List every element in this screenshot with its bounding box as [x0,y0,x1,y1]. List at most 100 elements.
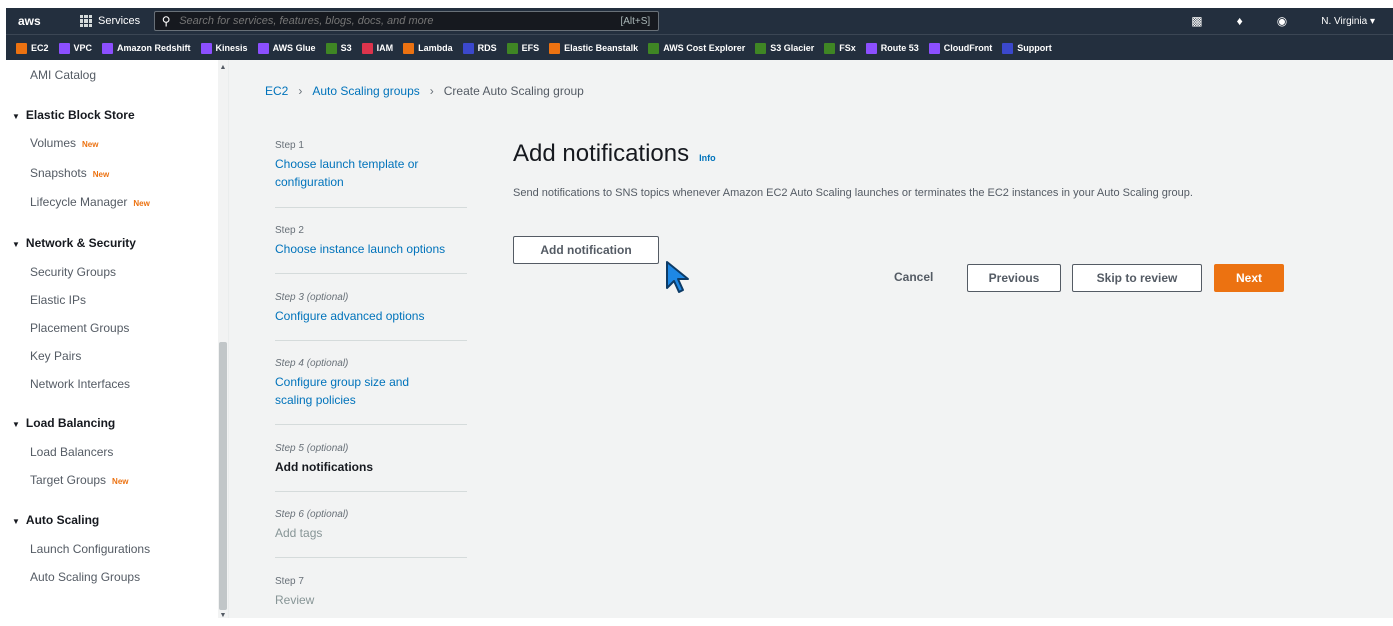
services-menu[interactable]: Services [80,15,140,27]
service-icon [1002,42,1014,54]
service-icon [506,42,518,54]
aws-logo[interactable]: aws [18,14,52,28]
sidebar-item-label: Volumes [30,136,77,150]
step-number: Step 5 (optional) [275,443,349,454]
next-button[interactable]: Next [1214,264,1284,292]
favorite-item[interactable]: Kinesis [200,42,248,54]
step-divider [275,273,467,274]
cloudshell-icon[interactable]: ▩ [1191,14,1202,28]
scrollbar-thumb[interactable] [219,342,227,610]
favorite-label: CloudFront [943,43,993,53]
sidebar-section-load-balancing[interactable]: ▼ Load Balancing [12,416,115,430]
caret-down-icon: ▼ [12,420,20,429]
search-input[interactable] [177,14,621,28]
favorite-item[interactable]: IAM [361,42,393,54]
caret-down-icon: ▼ [12,112,20,121]
service-icon [403,42,415,54]
help-icon[interactable]: ◉ [1277,14,1287,28]
sidebar-item-load-balancers[interactable]: Load Balancers [30,445,113,459]
service-icon [200,42,212,54]
service-icon [325,42,337,54]
step-link[interactable]: Configure group size and scaling policie… [275,373,435,409]
sidebar-item-elastic-ips[interactable]: Elastic IPs [30,293,86,307]
service-icon [648,42,660,54]
sidebar-item-ami-catalog[interactable]: AMI Catalog [30,68,96,82]
favorite-item[interactable]: AWS Cost Explorer [648,42,746,54]
sidebar-item-lifecycle-manager[interactable]: Lifecycle Manager New [30,195,150,209]
global-search[interactable]: ⚲ [Alt+S] [154,11,660,31]
favorite-item[interactable]: VPC [58,42,93,54]
step-number: Step 2 [275,225,304,236]
breadcrumb-ec2[interactable]: EC2 [265,84,288,98]
favorite-item[interactable]: Route 53 [865,42,919,54]
notifications-panel: Add notifications Info Send notification… [513,140,1284,292]
sidebar-item-placement-groups[interactable]: Placement Groups [30,321,129,335]
sidebar-item-auto-scaling-groups[interactable]: Auto Scaling Groups [30,570,140,584]
skip-to-review-button[interactable]: Skip to review [1072,264,1202,292]
step-link[interactable]: Choose instance launch options [275,240,467,258]
sidebar-item-label: Target Groups [30,473,107,487]
step-link[interactable]: Choose launch template or configuration [275,155,445,191]
favorite-label: Route 53 [880,43,919,53]
breadcrumb-auto-scaling-groups[interactable]: Auto Scaling groups [312,84,419,98]
sidebar-scrollbar[interactable]: ▲ ▼ [218,60,228,618]
wizard-step-2: Step 2 Choose instance launch options [275,225,467,258]
cancel-button[interactable]: Cancel [894,270,933,284]
favorite-label: AWS Glue [272,43,316,53]
window-frame-top [0,0,1393,8]
favorite-label: S3 [340,43,352,53]
info-link[interactable]: Info [699,153,716,163]
favorite-item[interactable]: FSx [824,42,856,54]
step-divider [275,340,467,341]
service-icon [58,42,70,54]
favorite-label: EFS [521,43,540,53]
page-title: Add notifications Info [513,140,1273,168]
chevron-right-icon: › [298,84,303,98]
favorite-item[interactable]: Amazon Redshift [102,42,191,54]
favorite-item[interactable]: S3 [325,42,352,54]
sidebar-section-auto-scaling[interactable]: ▼ Auto Scaling [12,513,99,527]
favorite-item[interactable]: AWS Glue [257,42,316,54]
sidebar-item-security-groups[interactable]: Security Groups [30,265,116,279]
favorite-label: Amazon Redshift [117,43,191,53]
step-link[interactable]: Configure advanced options [275,307,467,325]
favorite-item[interactable]: Elastic Beanstalk [549,42,639,54]
favorite-item[interactable]: EC2 [16,42,49,54]
scroll-up-icon[interactable]: ▲ [218,64,228,71]
sidebar-item-target-groups[interactable]: Target Groups New [30,473,129,487]
service-icon [102,42,114,54]
favorite-item[interactable]: S3 Glacier [755,42,814,54]
favorite-label: Elastic Beanstalk [564,43,639,53]
sidebar-item-network-interfaces[interactable]: Network Interfaces [30,377,130,391]
sidebar-item-launch-configurations[interactable]: Launch Configurations [30,542,150,556]
sidebar-item-volumes[interactable]: Volumes New [30,136,98,150]
new-badge: New [92,170,110,179]
wizard-step-1: Step 1 Choose launch template or configu… [275,140,467,191]
sidebar-section-label: Network & Security [25,236,136,250]
search-icon: ⚲ [161,14,171,28]
favorite-label: FSx [839,43,856,53]
add-notification-button[interactable]: Add notification [513,236,659,264]
step-current: Add notifications [275,460,373,474]
favorite-item[interactable]: Lambda [403,42,453,54]
sidebar-section-ebs[interactable]: ▼ Elastic Block Store [12,108,135,122]
favorite-label: AWS Cost Explorer [663,43,746,53]
previous-button[interactable]: Previous [967,264,1061,292]
window-frame-bottom [0,618,1393,626]
favorite-label: VPC [73,43,93,53]
favorite-item[interactable]: EFS [506,42,540,54]
favorite-item[interactable]: RDS [462,42,497,54]
service-icon [755,42,767,54]
service-icon [16,42,27,54]
region-selector[interactable]: N. Virginia ▾ [1321,16,1375,27]
sidebar-item-snapshots[interactable]: Snapshots New [30,166,109,180]
step-number: Step 3 (optional) [275,292,349,303]
sidebar-item-key-pairs[interactable]: Key Pairs [30,349,81,363]
sidebar-section-network-security[interactable]: ▼ Network & Security [12,236,136,250]
services-label: Services [98,15,141,27]
step-divider [275,557,467,558]
favorite-item[interactable]: Support [1002,42,1052,54]
favorite-item[interactable]: CloudFront [928,42,993,54]
bell-icon[interactable]: ♦ [1237,14,1243,28]
favorite-label: Lambda [418,43,453,53]
